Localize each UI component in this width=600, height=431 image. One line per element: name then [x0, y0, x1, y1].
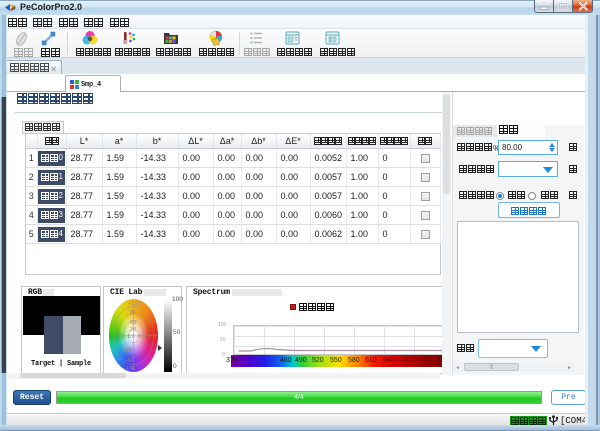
svg-text:-40: -40 — [123, 348, 131, 354]
svg-text:-100: -100 — [124, 366, 135, 372]
svg-text:60: 60 — [130, 320, 136, 326]
svg-text:80: 80 — [130, 310, 136, 316]
svg-text:-60: -60 — [126, 358, 134, 364]
svg-text:20: 20 — [130, 327, 136, 333]
svg-text:+120: +120 — [128, 301, 141, 307]
svg-text:-100-60-20 20: -100-60-20 20 — [110, 334, 156, 340]
